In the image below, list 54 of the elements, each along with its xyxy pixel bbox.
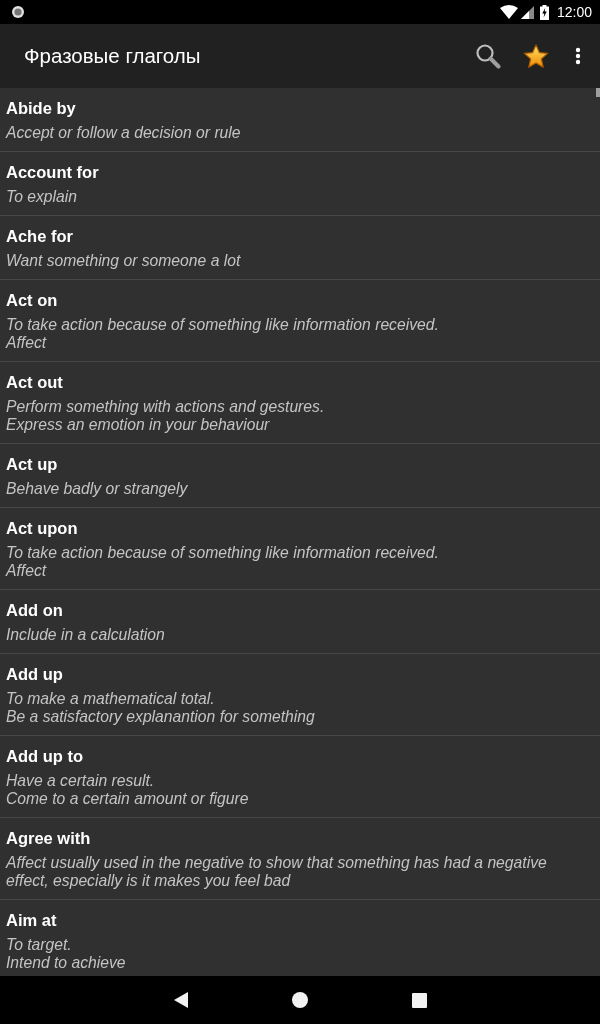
phrase-title: Abide by <box>6 98 76 119</box>
verb-list-item[interactable]: Act on To take action because of something like information received. Affect <box>0 280 600 362</box>
definition-text: Perform something with actions and gestures. <box>6 398 325 416</box>
verb-list-item[interactable]: Act up Behave badly or strangely <box>0 444 600 508</box>
definition-text: Express an emotion in your behaviour <box>6 416 270 434</box>
more-options-icon[interactable] <box>575 47 581 65</box>
signal-icon <box>520 5 534 19</box>
back-icon[interactable] <box>173 992 188 1008</box>
definition-text: Affect <box>6 334 47 352</box>
verb-list-item[interactable]: Agree with Affect usually used in the negative to show that something has had a negative effect, especially is it makes you feel bad <box>0 818 600 900</box>
verb-list-item[interactable]: Add on Include in a calculation <box>0 590 600 654</box>
definition-text: To explain <box>6 188 77 206</box>
app-title: Фразовые глаголы <box>24 44 202 68</box>
verb-list-item[interactable]: Abide by Accept or follow a decision or rule <box>0 88 600 152</box>
wifi-icon <box>499 5 518 19</box>
definition-text: To take action because of something like information received. <box>6 544 439 562</box>
phrase-title: Add up <box>6 664 63 685</box>
definition-text: Intend to achieve <box>6 954 126 972</box>
phrase-title: Aim at <box>6 910 57 931</box>
phrase-title: Act on <box>6 290 58 311</box>
verb-list-item[interactable]: Add up To make a mathematical total. Be a satisfactory explanantion for something <box>0 654 600 736</box>
definition-text: Behave badly or strangely <box>6 480 188 498</box>
phrase-title: Act out <box>6 372 63 393</box>
verb-list-item[interactable]: Act out Perform something with actions and gestures. Express an emotion in your behaviour <box>0 362 600 444</box>
clock-time: 12:00 <box>556 4 592 20</box>
search-icon[interactable] <box>475 43 501 69</box>
definition-text: Have a certain result. <box>6 772 155 790</box>
home-icon[interactable] <box>291 992 308 1008</box>
verb-list-item[interactable]: Ache for Want something or someone a lot <box>0 216 600 280</box>
verb-list-item[interactable]: Account for To explain <box>0 152 600 216</box>
definition-text: Affect <box>6 562 47 580</box>
definition-text: Affect usually used in the negative to show that something has had a negative effect, especially is it makes you feel bad <box>6 854 548 890</box>
star-icon[interactable] <box>523 43 549 69</box>
definition-text: Come to a certain amount or figure <box>6 790 249 808</box>
verb-list-item[interactable]: Act upon To take action because of something like information received. Affect <box>0 508 600 590</box>
battery-icon <box>539 4 549 20</box>
phrase-title: Account for <box>6 162 99 183</box>
recents-icon[interactable] <box>411 992 427 1008</box>
definition-text: Include in a calculation <box>6 626 165 644</box>
phrase-title: Add on <box>6 600 63 621</box>
record-icon <box>11 5 25 19</box>
phrase-title: Act upon <box>6 518 78 539</box>
definition-text: Want something or someone a lot <box>6 252 241 270</box>
definition-text: To target. <box>6 936 72 954</box>
definition-text: Be a satisfactory explanantion for something <box>6 708 315 726</box>
verb-list-item[interactable]: Add up to Have a certain result. Come to a certain amount or figure <box>0 736 600 818</box>
phrase-title: Add up to <box>6 746 83 767</box>
scrollbar-thumb <box>596 88 600 97</box>
definition-text: To make a mathematical total. <box>6 690 215 708</box>
phrase-title: Agree with <box>6 828 91 849</box>
definition-text: To take action because of something like information received. <box>6 316 439 334</box>
definition-text: Accept or follow a decision or rule <box>6 124 241 142</box>
phrase-title: Ache for <box>6 226 73 247</box>
phrase-title: Act up <box>6 454 58 475</box>
